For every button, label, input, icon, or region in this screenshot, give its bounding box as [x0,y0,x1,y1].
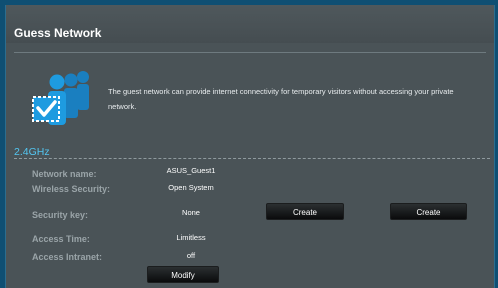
panel-title: Guess Network [14,26,102,40]
guest-network-description: The guest network can provide internet c… [108,87,454,111]
access-intranet-label: Access Intranet: [32,252,103,262]
access-intranet-value: off [186,251,196,260]
guest-users-icon [32,71,89,125]
network-name-value: ASUS_Guest1 [166,166,216,175]
network-name-label: Network name: [32,169,97,179]
create-button-1[interactable]: Create [266,203,344,220]
wireless-security-label: Wireless Security: [32,184,110,194]
band-label-2-4ghz: 2.4GHz [14,146,50,158]
create-button-2[interactable]: Create [390,203,467,220]
access-time-value: Limitless [176,233,206,242]
wireless-security-value: Open System [168,183,214,192]
security-key-value: None [182,208,200,217]
panel-header: Guess Network [6,5,494,43]
access-time-label: Access Time: [32,234,90,244]
band-divider [14,158,490,159]
screen-frame: Guess Network The guest network can prov… [0,0,498,288]
title-divider [14,52,486,53]
modify-button[interactable]: Modify [147,266,219,283]
security-key-label: Security key: [32,210,89,220]
guest-network-panel: Guess Network The guest network can prov… [5,5,495,288]
